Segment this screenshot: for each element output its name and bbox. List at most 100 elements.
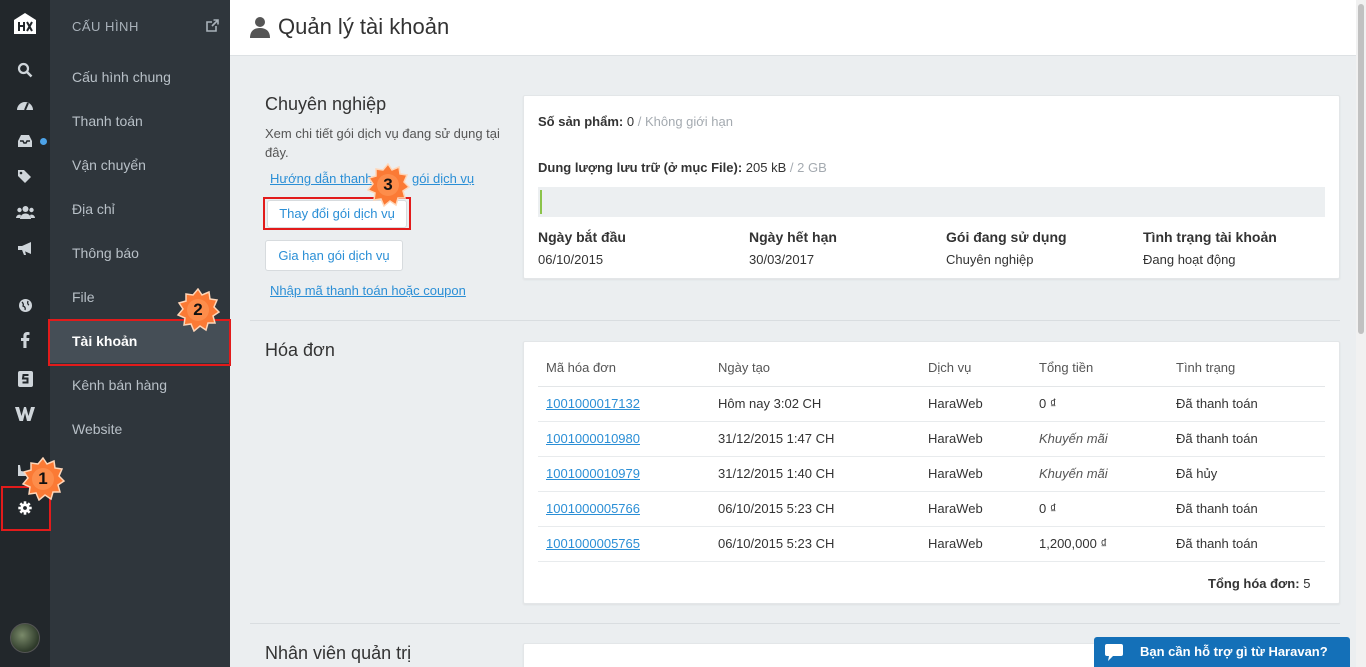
invoice-date: 31/12/2015 1:47 CH (710, 421, 920, 457)
dashboard-icon[interactable] (15, 95, 35, 115)
submenu-item-shipping[interactable]: Vận chuyển (50, 143, 230, 187)
guide-link-right: gói dịch vụ (412, 171, 475, 186)
submenu-item-sales-channels[interactable]: Kênh bán hàng (50, 363, 230, 407)
invoices-heading: Hóa đơn (265, 340, 335, 360)
storage-label: Dung lượng lưu trữ (ở mục File): (538, 160, 743, 175)
invoice-id-cell[interactable]: 1001000010980 (538, 421, 710, 457)
storage-progress-bar (538, 187, 1325, 217)
storage-limit: / 2 GB (789, 160, 827, 175)
submenu-item-website[interactable]: Website (50, 407, 230, 451)
invoice-id-cell[interactable]: 1001000010979 (538, 456, 710, 492)
staff-heading: Nhân viên quản trị (265, 643, 412, 663)
renew-plan-button[interactable]: Gia hạn gói dịch vụ (265, 240, 403, 271)
table-row: 1001000005766 06/10/2015 5:23 CH HaraWeb… (538, 491, 1325, 527)
invoice-id-cell[interactable]: 1001000017132 (538, 386, 710, 422)
users-icon[interactable] (15, 202, 35, 222)
scrollbar-thumb[interactable] (1358, 4, 1364, 334)
section-divider (250, 320, 1340, 321)
support-chat-button[interactable]: Bạn cần hỗ trợ gì từ Haravan? (1094, 637, 1350, 667)
invoice-service: HaraWeb (920, 526, 1031, 562)
invoice-id-cell[interactable]: 1001000005765 (538, 526, 710, 562)
invoice-link[interactable]: 1001000010980 (546, 431, 640, 446)
storage-value: 205 kB (745, 160, 787, 175)
storage-row: Dung lượng lưu trữ (ở mục File): 205 kB … (538, 160, 827, 175)
invoice-date: 06/10/2015 5:23 CH (710, 526, 920, 562)
tags-icon[interactable] (15, 166, 35, 186)
col-invoice-id[interactable]: Mã hóa đơn (538, 350, 710, 387)
start-date-label: Ngày bắt đầu (538, 229, 626, 245)
package-value: Chuyên nghiệp (946, 252, 1034, 267)
invoice-status: Đã thanh toán (1168, 526, 1325, 562)
invoice-id-cell[interactable]: 1001000005766 (538, 491, 710, 527)
step-badge-number: 3 (383, 175, 393, 194)
invoice-status: Đã hủy (1168, 456, 1325, 492)
coupon-link[interactable]: Nhập mã thanh toán hoặc coupon (270, 283, 466, 298)
guide-link[interactable]: Hướng dẫn thanh (270, 171, 373, 186)
invoice-service: HaraWeb (920, 456, 1031, 492)
plan-description: Xem chi tiết gói dịch vụ đang sử dụng tạ… (265, 126, 500, 160)
invoice-service: HaraWeb (920, 491, 1031, 527)
external-link-icon[interactable] (206, 19, 219, 32)
products-row: Số sản phẩm: 0 / Không giới hạn (538, 114, 733, 129)
step-badge-2: 2 (176, 287, 221, 333)
table-row: 1001000005765 06/10/2015 5:23 CH HaraWeb… (538, 526, 1325, 562)
invoice-total: Khuyến mãi (1031, 456, 1168, 492)
storage-progress-fill (540, 190, 542, 214)
facebook-icon[interactable] (15, 330, 35, 350)
page-title: Quản lý tài khoản (278, 14, 450, 39)
avatar[interactable] (10, 623, 40, 653)
scrollbar[interactable] (1356, 0, 1366, 667)
invoice-total-value: 5 (1303, 576, 1311, 591)
invoice-date: Hôm nay 3:02 CH (710, 386, 920, 422)
guide-link-left: Hướng dẫn thanh (270, 171, 373, 186)
package-label: Gói đang sử dụng (946, 229, 1067, 245)
s-icon[interactable] (15, 369, 35, 389)
invoice-date: 31/12/2015 1:40 CH (710, 456, 920, 492)
submenu-item-general[interactable]: Cấu hình chung (50, 55, 230, 99)
invoice-status: Đã thanh toán (1168, 386, 1325, 422)
search-icon[interactable] (15, 60, 35, 80)
submenu-header: CẤU HÌNH (72, 19, 139, 34)
plan-heading: Chuyên nghiệp (265, 94, 387, 114)
w-icon[interactable] (15, 404, 35, 424)
products-limit: / Không giới hạn (637, 114, 733, 129)
invoice-service: HaraWeb (920, 421, 1031, 457)
submenu-item-notifications[interactable]: Thông báo (50, 231, 230, 275)
page-header: Quản lý tài khoản (230, 0, 1356, 56)
invoice-total: 1,200,000 ₫ (1031, 526, 1168, 562)
col-service[interactable]: Dịch vụ (920, 350, 1031, 387)
invoice-total-row: Tổng hóa đơn: 5 (1208, 576, 1310, 591)
invoice-total: Khuyến mãi (1031, 421, 1168, 457)
icon-rail (0, 0, 50, 667)
invoice-link[interactable]: 1001000017132 (546, 396, 640, 411)
col-status[interactable]: Tình trạng (1168, 350, 1325, 387)
products-value: 0 (626, 114, 635, 129)
account-status-value: Đang hoạt động (1143, 252, 1236, 267)
invoice-link[interactable]: 1001000005765 (546, 536, 640, 551)
user-icon (250, 17, 270, 38)
inbox-icon[interactable] (15, 131, 35, 151)
megaphone-icon[interactable] (15, 238, 35, 258)
guide-link-tail[interactable]: gói dịch vụ (412, 171, 474, 186)
invoice-link[interactable]: 1001000010979 (546, 466, 640, 481)
col-total[interactable]: Tổng tiền (1031, 350, 1168, 387)
globe-icon[interactable] (15, 295, 35, 315)
notification-dot (40, 138, 47, 145)
haravan-logo[interactable] (12, 10, 38, 38)
col-created[interactable]: Ngày tạo (710, 350, 920, 387)
start-date-value: 06/10/2015 (538, 252, 604, 267)
step-badge-number: 1 (38, 469, 48, 488)
invoice-total-label: Tổng hóa đơn: (1208, 576, 1300, 591)
step-badge-3: 3 (366, 162, 411, 208)
invoice-total: 0 ₫ (1031, 386, 1168, 422)
table-row: 1001000017132 Hôm nay 3:02 CH HaraWeb 0 … (538, 386, 1325, 422)
submenu-item-payment[interactable]: Thanh toán (50, 99, 230, 143)
end-date-value: 30/03/2017 (749, 252, 815, 267)
invoice-link[interactable]: 1001000005766 (546, 501, 640, 516)
chat-bubble-icon (1105, 644, 1123, 661)
step-badge-number: 2 (193, 300, 203, 319)
table-row: 1001000010980 31/12/2015 1:47 CH HaraWeb… (538, 421, 1325, 457)
submenu-item-address[interactable]: Địa chỉ (50, 187, 230, 231)
invoice-status: Đã thanh toán (1168, 491, 1325, 527)
table-header-row: Mã hóa đơn Ngày tạo Dịch vụ Tổng tiền Tì… (538, 350, 1325, 387)
